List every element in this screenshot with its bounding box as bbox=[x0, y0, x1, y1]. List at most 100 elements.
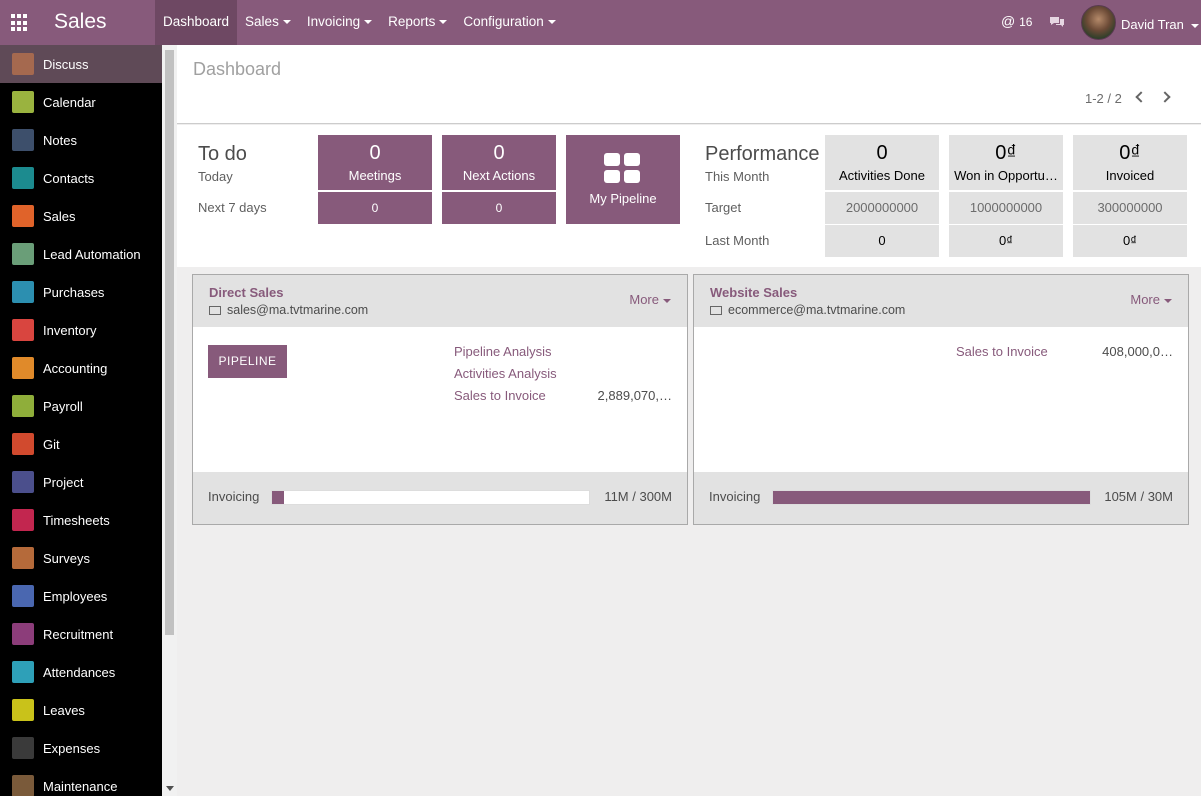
apps-grid-icon[interactable] bbox=[11, 14, 29, 32]
card-title[interactable]: Direct Sales bbox=[209, 285, 283, 300]
sidebar-item-accounting[interactable]: Accounting bbox=[0, 349, 162, 387]
attendances-icon bbox=[12, 661, 34, 683]
calendar-icon bbox=[12, 91, 34, 113]
chat-icon[interactable] bbox=[1049, 16, 1065, 28]
sidebar-item-label: Payroll bbox=[43, 398, 83, 414]
sidebar-item-maintenance[interactable]: Maintenance bbox=[0, 767, 162, 796]
activities-target[interactable]: 2000000000 bbox=[825, 192, 939, 224]
invoicing-progress-bar bbox=[772, 490, 1091, 505]
more-label: More bbox=[629, 292, 659, 307]
this-month-label: This Month bbox=[705, 169, 770, 184]
pager-value[interactable]: 1-2 / 2 bbox=[1085, 91, 1122, 106]
more-label: More bbox=[1130, 292, 1160, 307]
invoiced-target[interactable]: 300000000 bbox=[1073, 192, 1187, 224]
sidebar-item-payroll[interactable]: Payroll bbox=[0, 387, 162, 425]
sidebar-item-notes[interactable]: Notes bbox=[0, 121, 162, 159]
activities-analysis-link[interactable]: Activities Analysis bbox=[454, 366, 557, 381]
menu-sales[interactable]: Sales bbox=[237, 0, 299, 45]
sidebar-item-attendances[interactable]: Attendances bbox=[0, 653, 162, 691]
next-actions-count: 0 bbox=[493, 142, 505, 164]
sidebar-item-inventory[interactable]: Inventory bbox=[0, 311, 162, 349]
mentions-button[interactable]: @ 16 bbox=[1001, 13, 1032, 29]
meetings-count: 0 bbox=[369, 142, 381, 164]
chevron-left-icon[interactable] bbox=[1135, 91, 1147, 103]
app-title[interactable]: Sales bbox=[54, 10, 107, 34]
leaves-icon bbox=[12, 699, 34, 721]
my-pipeline-tile[interactable]: My Pipeline bbox=[566, 135, 680, 224]
sidebar-item-project[interactable]: Project bbox=[0, 463, 162, 501]
invoicing-label: Invoicing bbox=[709, 489, 761, 504]
main-menu: Dashboard Sales Invoicing Reports Config… bbox=[155, 0, 564, 45]
meetings-label: Meetings bbox=[348, 168, 402, 183]
sidebar-item-calendar[interactable]: Calendar bbox=[0, 83, 162, 121]
sidebar-item-leaves[interactable]: Leaves bbox=[0, 691, 162, 729]
invoicing-label: Invoicing bbox=[208, 489, 260, 504]
pipeline-grid-icon bbox=[604, 153, 641, 183]
won-target[interactable]: 1000000000 bbox=[949, 192, 1063, 224]
menu-reports[interactable]: Reports bbox=[380, 0, 455, 45]
sidebar-item-sales[interactable]: Sales bbox=[0, 197, 162, 235]
invoiced-tile[interactable]: 0₫ Invoiced bbox=[1073, 135, 1187, 190]
sidebar-item-timesheets[interactable]: Timesheets bbox=[0, 501, 162, 539]
sales-to-invoice-link[interactable]: Sales to Invoice bbox=[454, 388, 546, 403]
sidebar-item-expenses[interactable]: Expenses bbox=[0, 729, 162, 767]
user-menu[interactable]: David Tran bbox=[1121, 17, 1199, 32]
sidebar-item-purchases[interactable]: Purchases bbox=[0, 273, 162, 311]
chevron-right-icon[interactable] bbox=[1159, 91, 1171, 103]
more-dropdown[interactable]: More bbox=[629, 292, 671, 307]
meetings-tile[interactable]: 0 Meetings bbox=[318, 135, 432, 190]
card-title[interactable]: Website Sales bbox=[710, 285, 797, 300]
won-opportunities-tile[interactable]: 0₫ Won in Opportu… bbox=[949, 135, 1063, 190]
sales-to-invoice-link[interactable]: Sales to Invoice bbox=[956, 344, 1048, 359]
sidebar-item-lead-automation[interactable]: Lead Automation bbox=[0, 235, 162, 273]
sidebar-item-label: Leaves bbox=[43, 702, 85, 718]
menu-dashboard[interactable]: Dashboard bbox=[155, 0, 238, 45]
sidebar-item-label: Timesheets bbox=[43, 512, 110, 528]
sidebar-item-employees[interactable]: Employees bbox=[0, 577, 162, 615]
sidebar-item-surveys[interactable]: Surveys bbox=[0, 539, 162, 577]
sidebar-item-label: Notes bbox=[43, 132, 77, 148]
sidebar-scrollbar[interactable] bbox=[162, 45, 177, 796]
user-avatar[interactable] bbox=[1081, 5, 1116, 40]
sidebar-item-discuss[interactable]: Discuss bbox=[0, 45, 162, 83]
more-dropdown[interactable]: More bbox=[1130, 292, 1172, 307]
employees-icon bbox=[12, 585, 34, 607]
pipeline-analysis-link[interactable]: Pipeline Analysis bbox=[454, 344, 552, 359]
card-footer: Invoicing 105M / 30M bbox=[694, 472, 1188, 524]
pipeline-button[interactable]: PIPELINE bbox=[208, 345, 287, 378]
activities-last-month: 0 bbox=[825, 225, 939, 257]
main-content: Dashboard 1-2 / 2 To do Today Next 7 day… bbox=[177, 45, 1201, 796]
invoicing-value: 11M / 300M bbox=[604, 489, 672, 504]
card-header: Direct Sales sales@ma.tvtmarine.com More bbox=[193, 275, 687, 327]
mentions-count: 16 bbox=[1019, 15, 1033, 29]
discuss-icon bbox=[12, 53, 34, 75]
app-sidebar: Discuss Calendar Notes Contacts Sales Lead Au… bbox=[0, 45, 162, 796]
top-navbar: Sales Dashboard Sales Invoicing Reports … bbox=[0, 0, 1201, 45]
sidebar-item-recruitment[interactable]: Recruitment bbox=[0, 615, 162, 653]
invoiced-last-month: 0₫ bbox=[1073, 225, 1187, 257]
sales-team-card-direct: Direct Sales sales@ma.tvtmarine.com More… bbox=[192, 274, 688, 525]
payroll-icon bbox=[12, 395, 34, 417]
at-icon: @ bbox=[1001, 13, 1016, 29]
meetings-next7[interactable]: 0 bbox=[318, 192, 432, 224]
performance-title: Performance bbox=[705, 143, 820, 165]
menu-configuration[interactable]: Configuration bbox=[455, 0, 563, 45]
sidebar-item-label: Surveys bbox=[43, 550, 90, 566]
notes-icon bbox=[12, 129, 34, 151]
sidebar-item-label: Purchases bbox=[43, 284, 105, 300]
sidebar-item-label: Maintenance bbox=[43, 778, 118, 794]
card-header: Website Sales ecommerce@ma.tvtmarine.com… bbox=[694, 275, 1188, 327]
next-actions-next7[interactable]: 0 bbox=[442, 192, 556, 224]
maintenance-icon bbox=[12, 775, 34, 796]
scrollbar-thumb[interactable] bbox=[165, 50, 174, 635]
menu-invoicing[interactable]: Invoicing bbox=[299, 0, 380, 45]
activities-done-tile[interactable]: 0 Activities Done bbox=[825, 135, 939, 190]
scroll-down-icon[interactable] bbox=[166, 786, 174, 791]
sidebar-item-contacts[interactable]: Contacts bbox=[0, 159, 162, 197]
sidebar-item-label: Git bbox=[43, 436, 60, 452]
sidebar-item-label: Employees bbox=[43, 588, 108, 604]
caret-down-icon bbox=[547, 20, 556, 25]
sidebar-item-git[interactable]: Git bbox=[0, 425, 162, 463]
next-actions-tile[interactable]: 0 Next Actions bbox=[442, 135, 556, 190]
caret-down-icon bbox=[1190, 23, 1199, 28]
